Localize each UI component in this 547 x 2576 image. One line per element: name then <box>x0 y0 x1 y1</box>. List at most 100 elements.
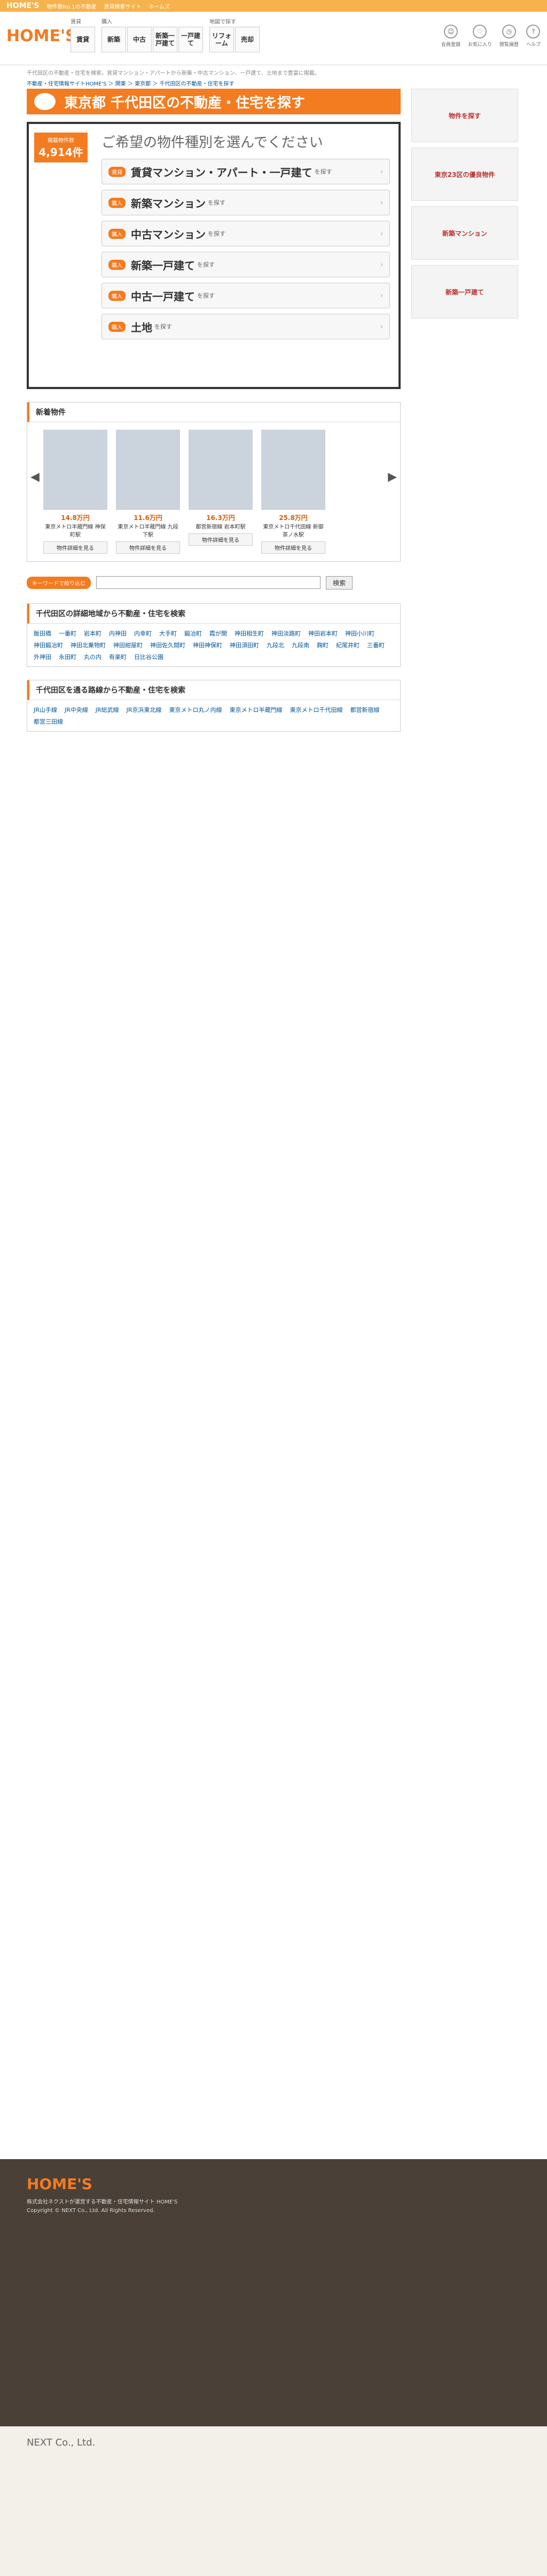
area-link[interactable]: 神田岩本町 <box>308 629 338 638</box>
search-button[interactable]: 検索 <box>326 576 353 589</box>
area-link[interactable]: 麹町 <box>317 641 329 649</box>
type-tag: 購入 <box>108 197 126 208</box>
area-link[interactable]: 岩本町 <box>84 629 101 638</box>
register-label: 会員登録 <box>441 42 460 48</box>
type-row-used-mansion[interactable]: 購入 中古マンション を探す › <box>101 221 390 246</box>
type-tag: 賃貸 <box>108 166 126 177</box>
footer-logo[interactable]: HOME'S <box>0 2159 547 2198</box>
area-link[interactable]: 有楽町 <box>109 653 127 661</box>
top-text-b: 賃貸検索サイト <box>104 4 142 10</box>
keyword-input[interactable] <box>96 576 321 589</box>
station-link[interactable]: JR京浜東北線 <box>127 705 162 714</box>
listing-detail-button[interactable]: 物件詳細を見る <box>189 533 253 546</box>
type-row-land[interactable]: 購入 土地 を探す › <box>101 314 390 339</box>
listing-price: 16.3万円 <box>206 514 235 522</box>
listing-price: 14.8万円 <box>61 514 90 522</box>
nav-label-map: 地図で探す <box>209 19 236 25</box>
area-link[interactable]: 外神田 <box>34 653 51 661</box>
side-banner[interactable]: 東京23区の優良物件 <box>411 148 518 201</box>
listing-card[interactable]: 11.6万円 東京メトロ半蔵門線 九段下駅 物件詳細を見る <box>116 430 180 554</box>
register-link[interactable]: ☺ 会員登録 <box>441 25 460 48</box>
area-link[interactable]: 一番町 <box>59 629 76 638</box>
help-link[interactable]: ? ヘルプ <box>526 25 541 48</box>
station-links: JR山手線 JR中央線 JR総武線 JR京浜東北線 東京メトロ丸ノ内線 東京メトロ半蔵門線… <box>27 700 400 731</box>
listing-detail-button[interactable]: 物件詳細を見る <box>261 541 325 554</box>
nav-reform-button[interactable]: リフォーム <box>209 27 234 52</box>
listing-detail-button[interactable]: 物件詳細を見る <box>116 541 180 554</box>
station-link[interactable]: 都営三田線 <box>34 717 63 726</box>
side-banner[interactable]: 新築一戸建て <box>411 265 518 319</box>
area-link[interactable]: 永田町 <box>59 653 76 661</box>
side-banner[interactable]: 物件を探す <box>411 89 518 142</box>
listing-card[interactable]: 25.8万円 東京メトロ千代田線 新御茶ノ水駅 物件詳細を見る <box>261 430 325 554</box>
area-link[interactable]: 日比谷公園 <box>134 653 163 661</box>
history-link[interactable]: ◷ 閲覧履歴 <box>499 25 519 48</box>
area-link[interactable]: 九段南 <box>292 641 309 649</box>
favorite-link[interactable]: ♡ お気に入り <box>468 25 492 48</box>
area-link[interactable]: 神田紺屋町 <box>113 641 143 649</box>
area-link[interactable]: 神田須田町 <box>230 641 259 649</box>
area-link[interactable]: 内幸町 <box>134 629 152 638</box>
nav-sell-button[interactable]: 売却 <box>235 27 260 52</box>
breadcrumb[interactable]: 不動産・住宅情報サイトHOME'S ＞ 関東 ＞ 東京都 ＞ 千代田区の不動産・… <box>0 78 547 89</box>
area-link[interactable]: 神田相生町 <box>235 629 264 638</box>
listing-card[interactable]: 14.8万円 東京メトロ半蔵門線 神保町駅 物件詳細を見る <box>43 430 107 554</box>
new-listings: 新着物件 ◀ 14.8万円 東京メトロ半蔵門線 神保町駅 物件詳細を見る 11.6万… <box>27 402 401 562</box>
area-link[interactable]: 三番町 <box>367 641 385 649</box>
type-row-new-mansion[interactable]: 購入 新築マンション を探す › <box>101 190 390 215</box>
area-link[interactable]: 神田小川町 <box>345 629 374 638</box>
area-title: 千代田区の詳細地域から不動産・住宅を検索 <box>27 604 400 624</box>
area-link[interactable]: 鍛冶町 <box>184 629 202 638</box>
listing-card[interactable]: 16.3万円 都営新宿線 岩本町駅 物件詳細を見る <box>189 430 253 554</box>
area-link[interactable]: 神田神保町 <box>193 641 222 649</box>
area-link[interactable]: 内神田 <box>109 629 127 638</box>
nav-used-button[interactable]: 中古 <box>127 27 152 52</box>
type-suffix: を探す <box>154 323 172 330</box>
type-name: 賃貸マンション・アパート・一戸建て <box>131 166 312 179</box>
area-link[interactable]: 飯田橋 <box>34 629 51 638</box>
type-tag: 購入 <box>108 290 126 301</box>
nav-house-button[interactable]: 新築一戸建て <box>153 27 177 52</box>
heart-icon: ♡ <box>473 25 487 38</box>
listing-info: 東京メトロ千代田線 新御茶ノ水駅 <box>263 524 324 538</box>
bottom-illustration: NEXT Co., Ltd. <box>0 2426 547 2576</box>
station-link[interactable]: 東京メトロ丸ノ内線 <box>169 705 222 714</box>
area-link[interactable]: 神田鍛冶町 <box>34 641 63 649</box>
type-suffix: を探す <box>197 261 215 268</box>
logo[interactable]: HOME'S <box>6 27 77 45</box>
type-row-rent[interactable]: 賃貸 賃貸マンション・アパート・一戸建て を探す › <box>101 159 390 184</box>
next-arrow-icon[interactable]: ▶ <box>388 470 397 484</box>
station-link[interactable]: 都営新宿線 <box>350 705 380 714</box>
area-link[interactable]: 神田北乗物町 <box>71 641 106 649</box>
station-link[interactable]: 東京メトロ千代田線 <box>290 705 343 714</box>
type-row-new-house[interactable]: 購入 新築一戸建て を探す › <box>101 252 390 277</box>
listing-photo <box>189 430 253 510</box>
area-link[interactable]: 九段北 <box>267 641 284 649</box>
area-link[interactable]: 神田佐久間町 <box>150 641 185 649</box>
type-name: 新築マンション <box>131 197 206 210</box>
page-title: 東京都 千代田区の不動産・住宅を探す <box>64 95 306 111</box>
type-name: 中古一戸建て <box>131 290 195 303</box>
nav-new-button[interactable]: 新築 <box>101 27 126 52</box>
station-link[interactable]: JR総武線 <box>96 705 119 714</box>
area-link[interactable]: 神田淡路町 <box>271 629 301 638</box>
station-link[interactable]: JR中央線 <box>65 705 88 714</box>
type-suffix: を探す <box>208 230 225 237</box>
station-link[interactable]: 東京メトロ半蔵門線 <box>230 705 283 714</box>
nav-rent-button[interactable]: 賃貸 <box>71 27 95 52</box>
area-link[interactable]: 丸の内 <box>84 653 101 661</box>
count-panel: 掲載物件数 4,914件 <box>29 124 93 387</box>
area-link[interactable]: 大手町 <box>159 629 177 638</box>
type-list: ご希望の物件種別を選んでください 賃貸 賃貸マンション・アパート・一戸建て を探す ›… <box>93 124 398 387</box>
history-label: 閲覧履歴 <box>499 42 519 48</box>
top-logo[interactable]: HOME'S <box>6 2 39 10</box>
type-row-used-house[interactable]: 購入 中古一戸建て を探す › <box>101 283 390 308</box>
area-link[interactable]: 霞が関 <box>209 629 227 638</box>
clock-icon: ◷ <box>502 25 516 38</box>
nav-lease-button[interactable]: 一戸建て <box>178 27 203 52</box>
side-banner[interactable]: 新築マンション <box>411 206 518 260</box>
area-link[interactable]: 紀尾井町 <box>336 641 360 649</box>
station-link[interactable]: JR山手線 <box>34 705 57 714</box>
prev-arrow-icon[interactable]: ◀ <box>30 470 40 484</box>
listing-detail-button[interactable]: 物件詳細を見る <box>43 541 107 554</box>
